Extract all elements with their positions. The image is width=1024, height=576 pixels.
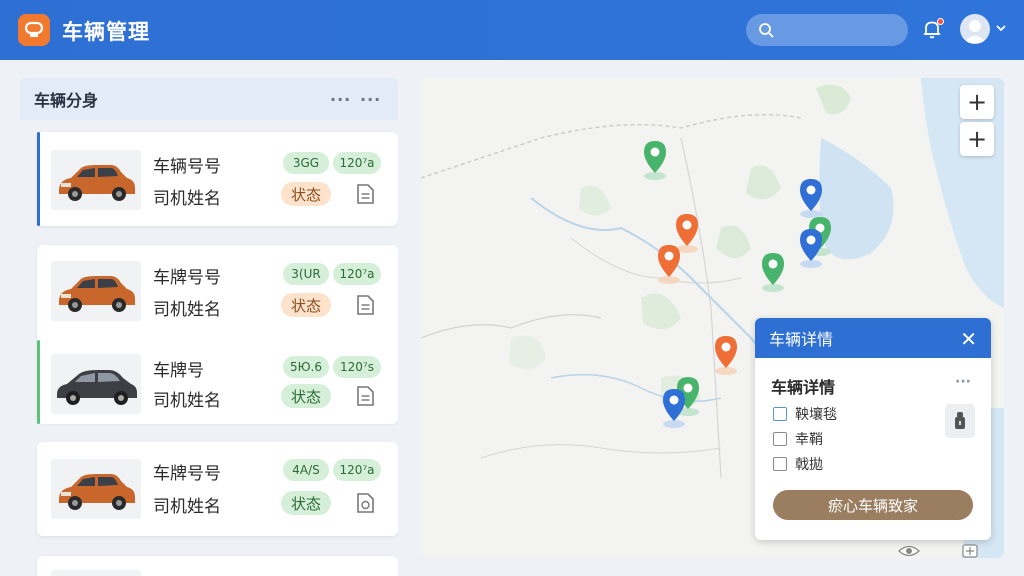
option-label: 鞅壤毯 — [795, 407, 837, 423]
compass-icon[interactable] — [962, 544, 978, 558]
user-avatar[interactable] — [960, 14, 990, 44]
vehicle-card[interactable]: 车牌号号 司机姓名 4A/S 120⁷a 状态 — [37, 442, 398, 536]
card-accent-bar — [37, 340, 40, 424]
driver-name-label: 司机姓名 — [153, 497, 221, 517]
checkbox[interactable] — [773, 407, 787, 421]
document-icon[interactable] — [355, 294, 375, 316]
load-tag: 120⁷a — [333, 459, 381, 481]
driver-name-label: 司机姓名 — [153, 300, 221, 320]
card-accent-bar — [37, 132, 40, 226]
map-pin-blue[interactable] — [798, 228, 824, 268]
search-icon — [759, 23, 774, 38]
plate-label: 车牌号号 — [153, 268, 221, 288]
close-icon[interactable]: ✕ — [960, 327, 977, 351]
zoom-out-button[interactable]: + — [960, 122, 994, 156]
status-badge: 状态 — [281, 293, 331, 317]
plate-tag: 3(UR — [283, 263, 329, 285]
notification-dot — [937, 18, 944, 25]
more-icon[interactable]: ··· — [330, 90, 351, 109]
status-badge: 状态 — [281, 491, 331, 515]
panel-title: 车辆分身 — [34, 91, 99, 110]
car-image — [51, 459, 141, 519]
option-checkbox[interactable]: 戟拋 — [773, 454, 823, 474]
more-icon[interactable]: ··· — [955, 374, 971, 390]
plate-label: 车牌号号 — [153, 464, 221, 484]
checkbox[interactable] — [773, 457, 787, 471]
document-icon[interactable] — [355, 183, 375, 205]
plate-tag: 3GG — [283, 152, 329, 174]
vehicle-detail-popup: 车辆详情 ✕ 车辆详情 ··· 鞅壤毯 幸鞘 戟拋 瘀心车辆致家 — [755, 318, 991, 540]
search-bar[interactable] — [746, 14, 908, 46]
popup-subtitle: 车辆详情 — [771, 378, 836, 397]
map-pin-blue[interactable] — [798, 178, 824, 218]
plate-label: 车辆号号 — [153, 157, 221, 177]
popup-title: 车辆详情 — [769, 330, 834, 349]
plate-label: 车牌号 — [153, 361, 204, 381]
eye-icon[interactable] — [898, 544, 920, 558]
vehicle-card[interactable] — [37, 556, 398, 576]
map-pin-orange[interactable] — [656, 244, 682, 284]
vehicle-list-panel: 车辆分身 ··· ··· 车辆号号 司机姓名 3GG 120⁷a 状态 车牌号号… — [20, 78, 398, 576]
panel-header: 车辆分身 ··· ··· — [20, 78, 398, 120]
document-icon[interactable] — [355, 385, 375, 407]
lock-icon[interactable] — [945, 404, 975, 438]
vehicle-card[interactable]: 车辆号号 司机姓名 3GG 120⁷a 状态 — [37, 132, 398, 226]
driver-name-label: 司机姓名 — [153, 391, 221, 411]
status-badge: 状态 — [281, 384, 331, 408]
zoom-in-button[interactable]: + — [960, 85, 994, 119]
option-label: 幸鞘 — [795, 432, 823, 448]
car-image — [51, 570, 141, 576]
option-checkbox[interactable]: 鞅壤毯 — [773, 404, 837, 424]
status-badge: 状态 — [281, 182, 331, 206]
vehicle-card[interactable]: 车牌号 司机姓名 5Ю.6 120⁷s 状态 — [37, 340, 398, 424]
top-header: 车辆管理 — [0, 0, 1024, 60]
load-tag: 120⁷a — [333, 152, 381, 174]
load-tag: 120⁷a — [333, 263, 381, 285]
car-image — [51, 150, 141, 210]
document-icon[interactable] — [355, 492, 375, 514]
more-icon[interactable]: ··· — [360, 90, 381, 109]
vehicle-card[interactable]: 车牌号号 司机姓名 3(UR 120⁷a 状态 — [37, 245, 398, 331]
popup-header: 车辆详情 ✕ — [755, 318, 991, 358]
option-checkbox[interactable]: 幸鞘 — [773, 429, 823, 449]
driver-name-label: 司机姓名 — [153, 189, 221, 209]
car-image — [51, 261, 141, 321]
option-label: 戟拋 — [795, 457, 823, 473]
map-pin-green[interactable] — [642, 140, 668, 180]
chevron-down-icon[interactable] — [995, 22, 1007, 34]
map-pin-blue[interactable] — [661, 388, 687, 428]
app-title: 车辆管理 — [62, 20, 150, 44]
search-input[interactable] — [782, 22, 902, 38]
notification-bell-icon[interactable] — [921, 18, 945, 42]
app-logo-icon — [18, 14, 50, 46]
plate-tag: 5Ю.6 — [283, 356, 329, 378]
map-pin-green[interactable] — [760, 252, 786, 292]
car-image — [51, 354, 141, 414]
load-tag: 120⁷s — [333, 356, 381, 378]
checkbox[interactable] — [773, 432, 787, 446]
vehicle-action-button[interactable]: 瘀心车辆致家 — [773, 490, 973, 520]
plate-tag: 4A/S — [283, 459, 329, 481]
map-pin-orange[interactable] — [713, 335, 739, 375]
